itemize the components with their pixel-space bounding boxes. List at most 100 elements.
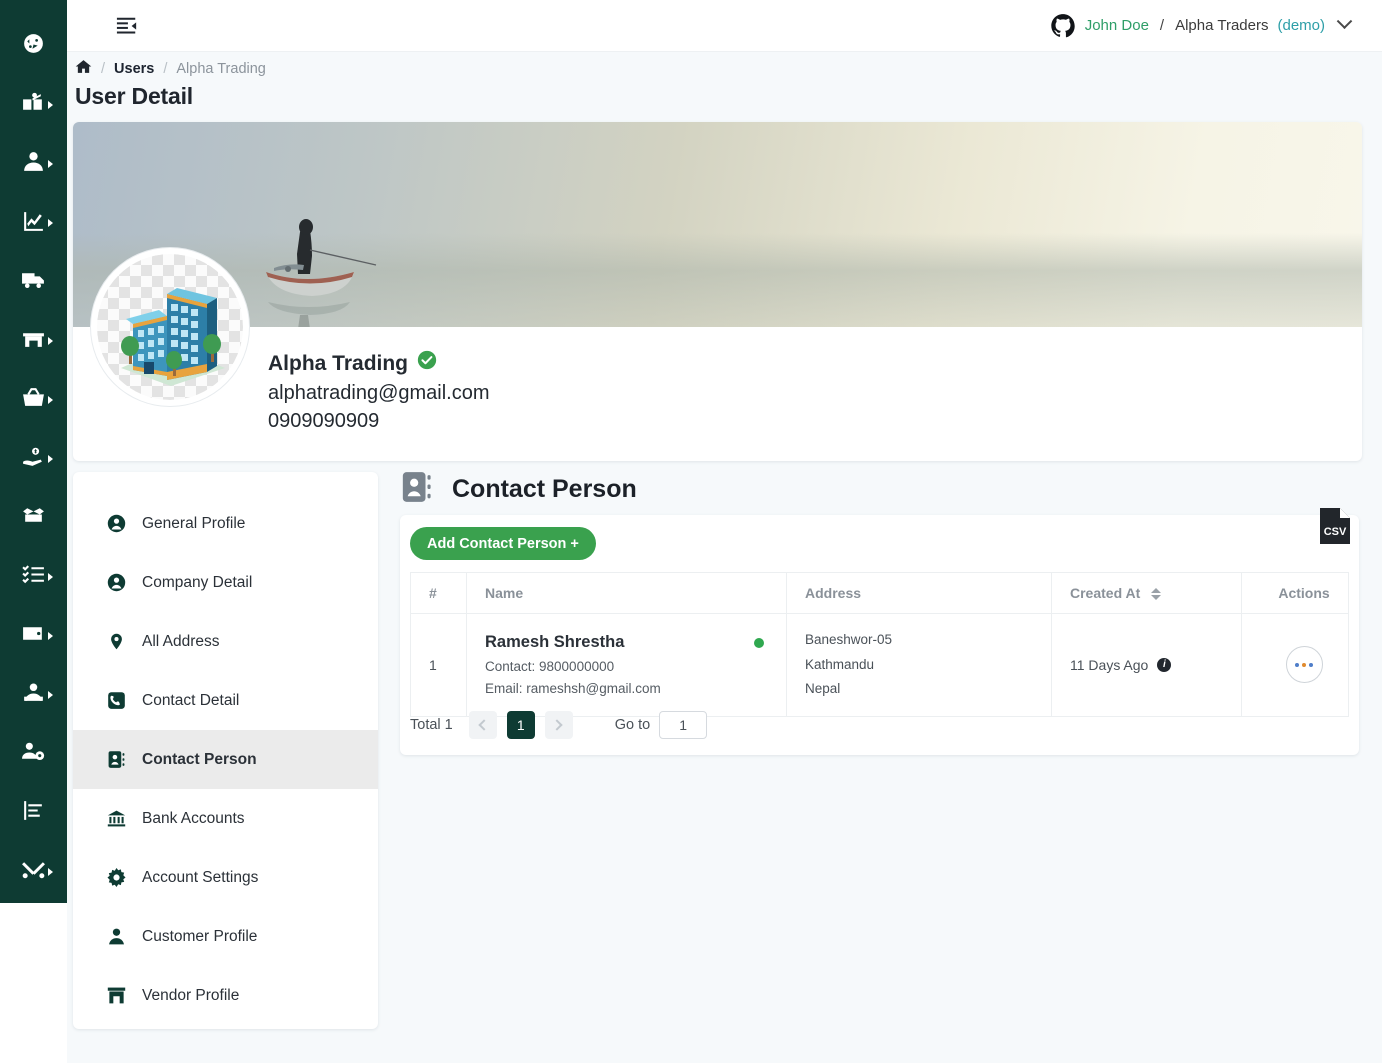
- users-group-icon: [21, 680, 46, 710]
- breadcrumb-item-users[interactable]: Users: [114, 61, 154, 77]
- account-org-mode: (demo): [1277, 17, 1325, 34]
- expand-caret-icon: [48, 690, 53, 699]
- rail-item-payments[interactable]: [0, 429, 67, 488]
- row-created-cell: 11 Days Ago i: [1051, 613, 1242, 717]
- bar-report-icon: [21, 798, 46, 828]
- book-reader-icon: [21, 90, 46, 120]
- gear-icon: [106, 868, 126, 887]
- rail-item-tasks[interactable]: [0, 547, 67, 606]
- profile-section-menu: General Profile Company Detail All Addre…: [73, 472, 378, 1029]
- cover-photo: [73, 122, 1362, 327]
- pagination-page-1[interactable]: 1: [506, 711, 535, 739]
- contact-person-table-card: Add Contact Person + CSV # Name Address …: [400, 508, 1359, 755]
- breadcrumb-item-current: Alpha Trading: [176, 60, 266, 77]
- row-contact: Contact: 9800000000: [485, 659, 615, 675]
- ellipsis-icon[interactable]: [1285, 646, 1323, 684]
- menu-item-company-detail[interactable]: Company Detail: [73, 553, 378, 612]
- phone-square-icon: [106, 691, 126, 710]
- expand-caret-icon: [48, 336, 53, 345]
- truck-icon: [21, 267, 46, 297]
- row-name: Ramesh Shrestha: [485, 633, 625, 652]
- map-pin-icon: [106, 632, 126, 651]
- chart-line-icon: [21, 208, 46, 238]
- table-header-row: # Name Address Created At Actions: [410, 572, 1349, 614]
- expand-caret-icon: [48, 867, 53, 876]
- panel-title: Contact Person: [452, 475, 637, 503]
- rail-item-tools[interactable]: [0, 842, 67, 901]
- menu-item-vendor-profile[interactable]: Vendor Profile: [73, 966, 378, 1025]
- expand-caret-icon: [48, 631, 53, 640]
- account-user-name: John Doe: [1084, 17, 1149, 34]
- tools-icon: [21, 857, 46, 887]
- chevron-right-icon[interactable]: [544, 711, 573, 739]
- rail-item-inventory[interactable]: [0, 488, 67, 547]
- sidebar-collapse-icon[interactable]: [113, 12, 141, 40]
- profile-name: Alpha Trading: [268, 352, 409, 375]
- menu-item-general-profile[interactable]: General Profile: [73, 494, 378, 553]
- expand-caret-icon: [48, 218, 53, 227]
- avatar: [91, 248, 249, 406]
- pagination: Total 1 1 Go to: [410, 711, 708, 739]
- menu-item-label: Vendor Profile: [142, 986, 240, 1004]
- row-address-line1: Baneshwor-05: [805, 632, 893, 647]
- status-dot-active: [754, 637, 764, 648]
- row-email: Email: rameshsh@gmail.com: [485, 681, 661, 697]
- address-book-icon: [400, 470, 434, 509]
- app-icon-rail: [0, 0, 67, 903]
- rail-item-purchase[interactable]: [0, 370, 67, 429]
- column-created-at[interactable]: Created At: [1051, 572, 1242, 614]
- user-circle-icon: [106, 573, 126, 592]
- info-icon[interactable]: i: [1157, 657, 1172, 672]
- row-name-cell: Ramesh Shrestha Contact: 9800000000 Emai…: [466, 613, 787, 717]
- menu-item-label: All Address: [142, 632, 220, 650]
- menu-item-customer-profile[interactable]: Customer Profile: [73, 907, 378, 966]
- rail-item-users[interactable]: [0, 134, 67, 193]
- menu-item-label: Account Settings: [142, 868, 259, 886]
- chevron-down-icon[interactable]: [1336, 13, 1353, 30]
- row-address-line2: Kathmandu: [805, 656, 875, 672]
- row-created-at: 11 Days Ago: [1070, 656, 1149, 673]
- profile-card: Alpha Trading alphatrading@gmail.com 090…: [73, 122, 1362, 461]
- account-org-name: Alpha Traders: [1175, 17, 1269, 34]
- rail-item-delivery[interactable]: [0, 252, 67, 311]
- rail-item-dashboard[interactable]: [0, 16, 67, 75]
- add-contact-person-button[interactable]: Add Contact Person +: [410, 527, 596, 560]
- store-front-icon: [106, 986, 126, 1005]
- csv-file-icon[interactable]: CSV: [1318, 506, 1351, 544]
- profile-body: Alpha Trading alphatrading@gmail.com 090…: [73, 248, 1362, 461]
- rail-item-analytics[interactable]: [0, 193, 67, 252]
- menu-item-bank-accounts[interactable]: Bank Accounts: [73, 789, 378, 848]
- menu-item-label: Contact Detail: [142, 691, 240, 709]
- rail-item-reports[interactable]: [0, 783, 67, 842]
- profile-email: alphatrading@gmail.com: [268, 381, 490, 404]
- sort-updown-icon[interactable]: [1151, 588, 1162, 601]
- chevron-left-icon[interactable]: [468, 711, 497, 739]
- page-title: User Detail: [75, 83, 193, 109]
- user-icon: [21, 149, 46, 179]
- expand-caret-icon: [48, 159, 53, 168]
- rail-item-hr[interactable]: [0, 665, 67, 724]
- wallet-icon: [21, 621, 46, 651]
- github-avatar-icon: [1050, 13, 1076, 39]
- fisherman-boat-illustration: [266, 219, 377, 327]
- menu-item-contact-person[interactable]: Contact Person: [73, 730, 378, 789]
- menu-item-label: General Profile: [142, 514, 246, 532]
- home-icon[interactable]: [75, 58, 92, 79]
- box-open-icon: [21, 503, 46, 533]
- menu-item-all-address[interactable]: All Address: [73, 612, 378, 671]
- bank-icon: [106, 809, 126, 828]
- column-actions: Actions: [1241, 572, 1349, 614]
- dashboard-icon: [21, 31, 46, 61]
- menu-item-label: Contact Person: [142, 750, 257, 768]
- expand-caret-icon: [48, 454, 53, 463]
- menu-item-contact-detail[interactable]: Contact Detail: [73, 671, 378, 730]
- goto-label: Go to: [614, 717, 651, 733]
- topbar: John Doe / Alpha Traders (demo): [67, 0, 1382, 52]
- menu-item-account-settings[interactable]: Account Settings: [73, 848, 378, 907]
- rail-item-store[interactable]: [0, 311, 67, 370]
- account-menu[interactable]: John Doe / Alpha Traders (demo): [1050, 13, 1353, 39]
- rail-item-learning[interactable]: [0, 75, 67, 134]
- rail-item-user-management[interactable]: [0, 724, 67, 783]
- goto-input[interactable]: [659, 711, 708, 739]
- rail-item-wallet[interactable]: [0, 606, 67, 665]
